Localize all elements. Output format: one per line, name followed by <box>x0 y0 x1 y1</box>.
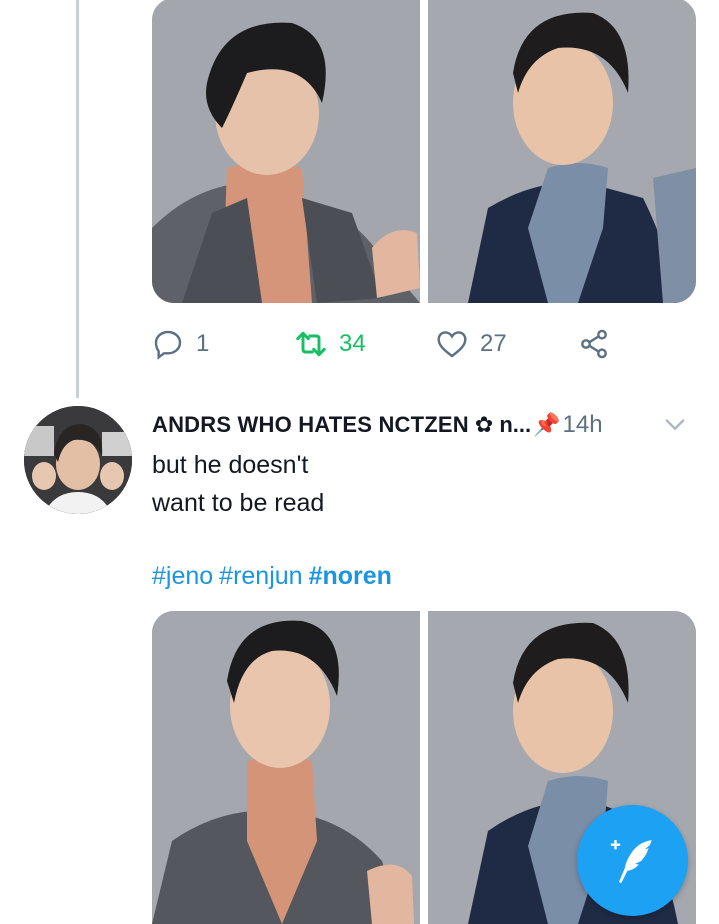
chevron-down-icon[interactable] <box>661 410 689 438</box>
hashtag-link[interactable]: #renjun <box>219 562 302 590</box>
pushpin-emoji-icon: 📌 <box>533 412 561 437</box>
avatar[interactable] <box>24 406 132 514</box>
tweet-text-line: want to be read <box>152 489 325 517</box>
retweet-icon <box>296 331 326 357</box>
like-button[interactable]: 27 <box>436 324 507 364</box>
share-icon <box>581 329 607 359</box>
heart-icon <box>437 331 467 358</box>
display-name[interactable]: ANDRS WHO HATES NCTZEN <box>152 412 469 438</box>
tweet-text-line: but he doesn't <box>152 451 309 479</box>
tweet-photo[interactable] <box>152 611 420 924</box>
display-name-truncated: n... <box>499 412 532 437</box>
tweet-header: ANDRS WHO HATES NCTZEN ✿ n... 📌 14h <box>152 408 697 442</box>
like-count: 27 <box>480 330 507 357</box>
tweet-timestamp[interactable]: 14h <box>563 411 603 439</box>
reply-button[interactable]: 1 <box>152 324 209 364</box>
tweet-text: but he doesn't want to be read <box>152 446 324 522</box>
compose-tweet-button[interactable] <box>577 805 688 916</box>
hashtag-list: #jeno #renjun #noren <box>152 562 398 591</box>
share-button[interactable] <box>578 324 610 364</box>
reply-icon <box>154 330 182 360</box>
tweet-action-bar: 1 34 27 <box>152 324 622 364</box>
tweet-photo[interactable] <box>152 0 420 303</box>
tweet-photo[interactable] <box>428 0 696 303</box>
flower-emoji-icon: ✿ <box>474 412 494 437</box>
retweet-count: 34 <box>339 330 366 357</box>
reply-count: 1 <box>196 330 210 357</box>
hashtag-link[interactable]: #jeno <box>152 562 213 590</box>
tweet-media-grid[interactable] <box>152 0 696 303</box>
thread-connector-line <box>76 0 79 398</box>
compose-tweet-icon <box>610 839 652 883</box>
hashtag-link[interactable]: #noren <box>309 562 392 590</box>
retweet-button[interactable]: 34 <box>295 324 366 364</box>
